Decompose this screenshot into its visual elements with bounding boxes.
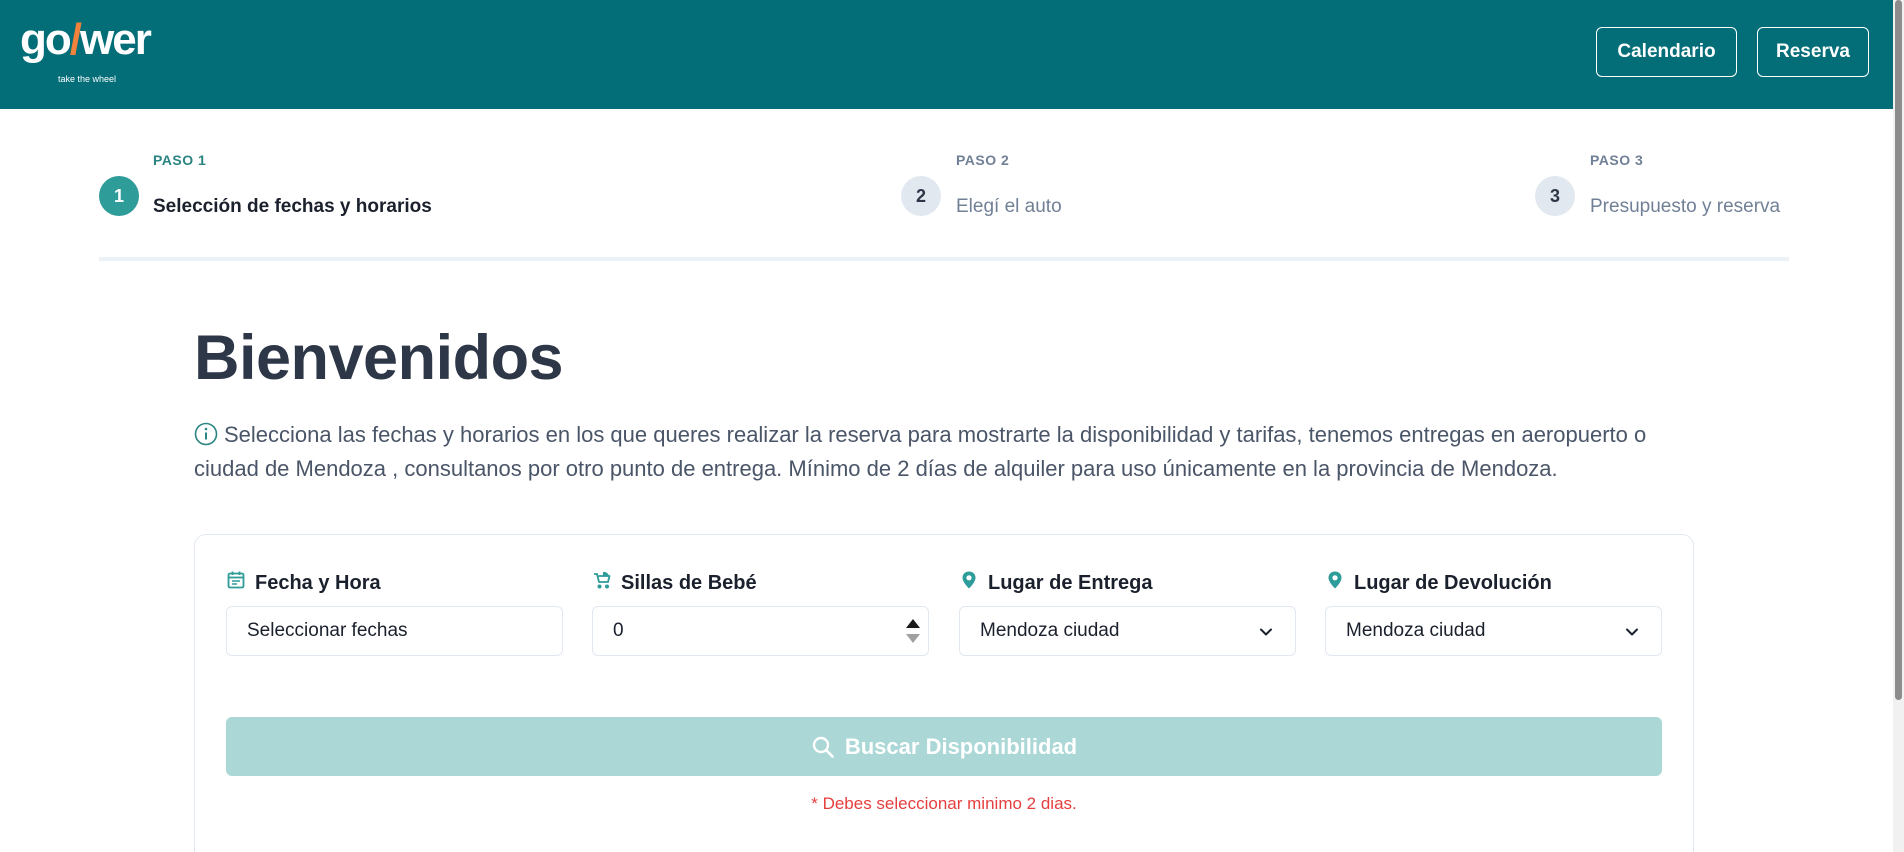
step-3-title: Presupuesto y reserva (1590, 196, 1781, 217)
location-pin-icon (959, 570, 979, 596)
pickup-label-text: Lugar de Entrega (988, 571, 1153, 594)
seats-label: Sillas de Bebé (592, 570, 757, 596)
reserve-nav-button[interactable]: Reserva (1757, 27, 1869, 77)
location-pin-icon (1325, 570, 1345, 596)
search-button-label: Buscar Disponibilidad (844, 733, 1078, 759)
date-label: Fecha y Hora (226, 570, 381, 596)
step-3-kicker: PASO 3 (1590, 152, 1644, 168)
top-navbar: go/wer take the wheel Calendario Reserva (0, 0, 1893, 109)
page-title: Bienvenidos (194, 323, 564, 393)
step-2-title: Elegí el auto (956, 196, 1062, 217)
step-2-number: 2 (901, 176, 941, 216)
search-availability-button[interactable]: Buscar Disponibilidad (226, 717, 1662, 776)
dropoff-label-text: Lugar de Devolución (1354, 571, 1552, 594)
dropoff-location-select[interactable]: Mendoza ciudad (1325, 606, 1662, 656)
stepper-arrows (898, 607, 928, 655)
stepper-divider (99, 257, 1789, 261)
date-picker-input[interactable]: Seleccionar fechas (226, 606, 563, 656)
scrollbar-thumb[interactable] (1895, 0, 1902, 700)
decrement-arrow-icon[interactable] (906, 634, 920, 643)
logo-tagline: take the wheel (58, 74, 117, 84)
dropoff-label: Lugar de Devolución (1325, 570, 1552, 596)
pickup-location-value: Mendoza ciudad (980, 620, 1120, 641)
step-1-number: 1 (99, 176, 139, 216)
dropoff-location-value: Mendoza ciudad (1346, 620, 1486, 641)
step-2-kicker: PASO 2 (956, 152, 1010, 168)
calendar-icon (226, 570, 246, 596)
date-label-text: Fecha y Hora (255, 571, 381, 594)
page-scrollbar[interactable] (1893, 0, 1904, 852)
seats-label-text: Sillas de Bebé (621, 571, 757, 594)
step-1-kicker: PASO 1 (153, 152, 207, 168)
info-icon (194, 422, 218, 446)
info-message: Selecciona las fechas y horarios en los … (194, 418, 1694, 486)
info-text: Selecciona las fechas y horarios en los … (194, 422, 1647, 481)
validation-error: * Debes seleccionar minimo 2 dias. (811, 794, 1077, 813)
baby-seats-stepper[interactable]: 0 (592, 606, 929, 656)
pickup-location-select[interactable]: Mendoza ciudad (959, 606, 1296, 656)
date-picker-value: Seleccionar fechas (247, 620, 408, 641)
chevron-down-icon (1260, 628, 1272, 636)
gower-logo[interactable]: go/wer take the wheel (20, 18, 152, 88)
chevron-down-icon (1626, 628, 1638, 636)
step-1-title: Selección de fechas y horarios (153, 196, 432, 217)
search-icon (812, 736, 834, 758)
logo-wordmark: go/wer (20, 15, 152, 64)
step-3-number: 3 (1535, 176, 1575, 216)
increment-arrow-icon[interactable] (906, 619, 920, 628)
calendar-nav-button[interactable]: Calendario (1596, 27, 1737, 77)
baby-seats-value: 0 (613, 620, 624, 641)
stroller-icon (592, 570, 612, 596)
pickup-label: Lugar de Entrega (959, 570, 1152, 596)
